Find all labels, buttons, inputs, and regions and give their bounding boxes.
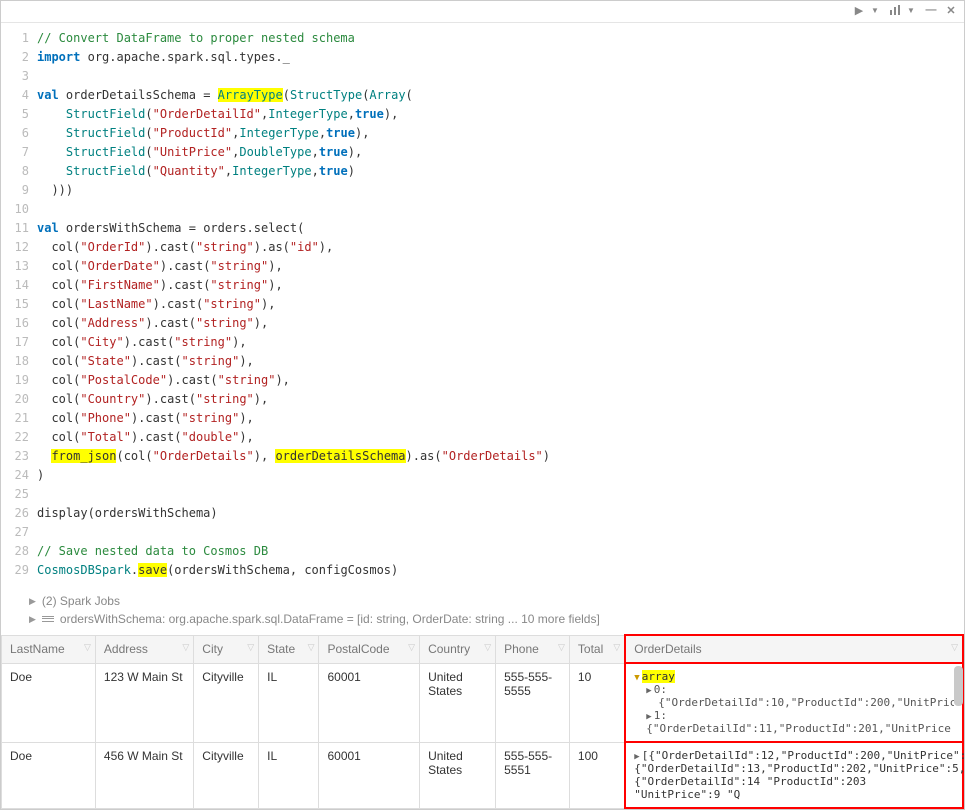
schema-row[interactable]: ▶ ordersWithSchema: org.apache.spark.sql… — [29, 610, 952, 628]
output-meta: ▶ (2) Spark Jobs ▶ ordersWithSchema: org… — [1, 588, 964, 634]
caret-right-icon[interactable]: ▶ — [634, 752, 639, 762]
table-icon — [42, 614, 54, 624]
column-header[interactable]: LastName▽ — [2, 635, 96, 663]
table-cell: 10 — [569, 663, 625, 742]
table-row: Doe456 W Main StCityvilleIL60001United S… — [2, 742, 964, 808]
spark-jobs-row[interactable]: ▶ (2) Spark Jobs — [29, 592, 952, 610]
chevron-down-icon[interactable]: ▼ — [868, 3, 882, 17]
scrollbar-thumb[interactable] — [954, 666, 963, 706]
sort-icon[interactable]: ▽ — [182, 642, 189, 653]
table-cell: United States — [420, 663, 496, 742]
expand-icon[interactable]: ▼ — [634, 673, 639, 683]
schema-text: ordersWithSchema: org.apache.spark.sql.D… — [60, 612, 600, 626]
column-header[interactable]: City▽ — [194, 635, 259, 663]
table-cell: 123 W Main St — [95, 663, 193, 742]
spark-jobs-label: (2) Spark Jobs — [42, 594, 120, 608]
column-header[interactable]: Country▽ — [420, 635, 496, 663]
sort-icon[interactable]: ▽ — [558, 642, 565, 653]
sort-icon[interactable]: ▽ — [484, 642, 491, 653]
column-header[interactable]: Total▽ — [569, 635, 625, 663]
column-header[interactable]: PostalCode▽ — [319, 635, 420, 663]
table-cell: IL — [259, 742, 319, 808]
minimize-icon[interactable]: — — [924, 3, 938, 17]
table-cell: 555-555-5555 — [496, 663, 570, 742]
sort-icon[interactable]: ▽ — [951, 642, 958, 653]
result-table-wrap: Proper array for saving to Cosmos DB col… — [1, 634, 964, 809]
caret-right-icon[interactable]: ▶ — [646, 686, 651, 696]
code-content[interactable]: // Convert DataFrame to proper nested sc… — [37, 29, 964, 580]
sort-icon[interactable]: ▽ — [408, 642, 415, 653]
table-cell: Cityville — [194, 663, 259, 742]
caret-right-icon: ▶ — [29, 614, 36, 625]
table-cell: 456 W Main St — [95, 742, 193, 808]
sort-icon[interactable]: ▽ — [308, 642, 315, 653]
column-header[interactable]: Phone▽ — [496, 635, 570, 663]
table-cell: Cityville — [194, 742, 259, 808]
caret-right-icon: ▶ — [29, 596, 36, 607]
column-header[interactable]: OrderDetails▽ — [625, 635, 963, 663]
sort-icon[interactable]: ▽ — [247, 642, 254, 653]
table-row: Doe123 W Main StCityvilleIL60001United S… — [2, 663, 964, 742]
table-cell: United States — [420, 742, 496, 808]
table-cell: 555-555-5551 — [496, 742, 570, 808]
column-header[interactable]: State▽ — [259, 635, 319, 663]
sort-icon[interactable]: ▽ — [84, 642, 91, 653]
result-table: LastName▽Address▽City▽State▽PostalCode▽C… — [1, 634, 964, 809]
caret-right-icon[interactable]: ▶ — [646, 712, 651, 722]
table-cell: IL — [259, 663, 319, 742]
code-editor[interactable]: 1234567891011121314151617181920212223242… — [1, 23, 964, 588]
cell-toolbar: ▶ ▼ ▼ — ✕ — [1, 1, 964, 23]
sort-icon[interactable]: ▽ — [613, 642, 620, 653]
run-icon[interactable]: ▶ — [852, 3, 866, 17]
table-cell: Doe — [2, 742, 96, 808]
table-cell: 60001 — [319, 663, 420, 742]
notebook-cell: ▶ ▼ ▼ — ✕ 123456789101112131415161718192… — [0, 0, 965, 810]
column-header[interactable]: Address▽ — [95, 635, 193, 663]
line-gutter: 1234567891011121314151617181920212223242… — [1, 29, 37, 580]
table-cell: 60001 — [319, 742, 420, 808]
orderdetails-cell[interactable]: ▼array▶0:{"OrderDetailId":10,"ProductId"… — [625, 663, 963, 742]
table-cell: Doe — [2, 663, 96, 742]
chart-icon[interactable] — [888, 3, 902, 17]
orderdetails-cell[interactable]: ▶[{"OrderDetailId":12,"ProductId":200,"U… — [625, 742, 963, 808]
chevron-down-icon[interactable]: ▼ — [904, 3, 918, 17]
close-icon[interactable]: ✕ — [944, 3, 958, 17]
table-cell: 100 — [569, 742, 625, 808]
